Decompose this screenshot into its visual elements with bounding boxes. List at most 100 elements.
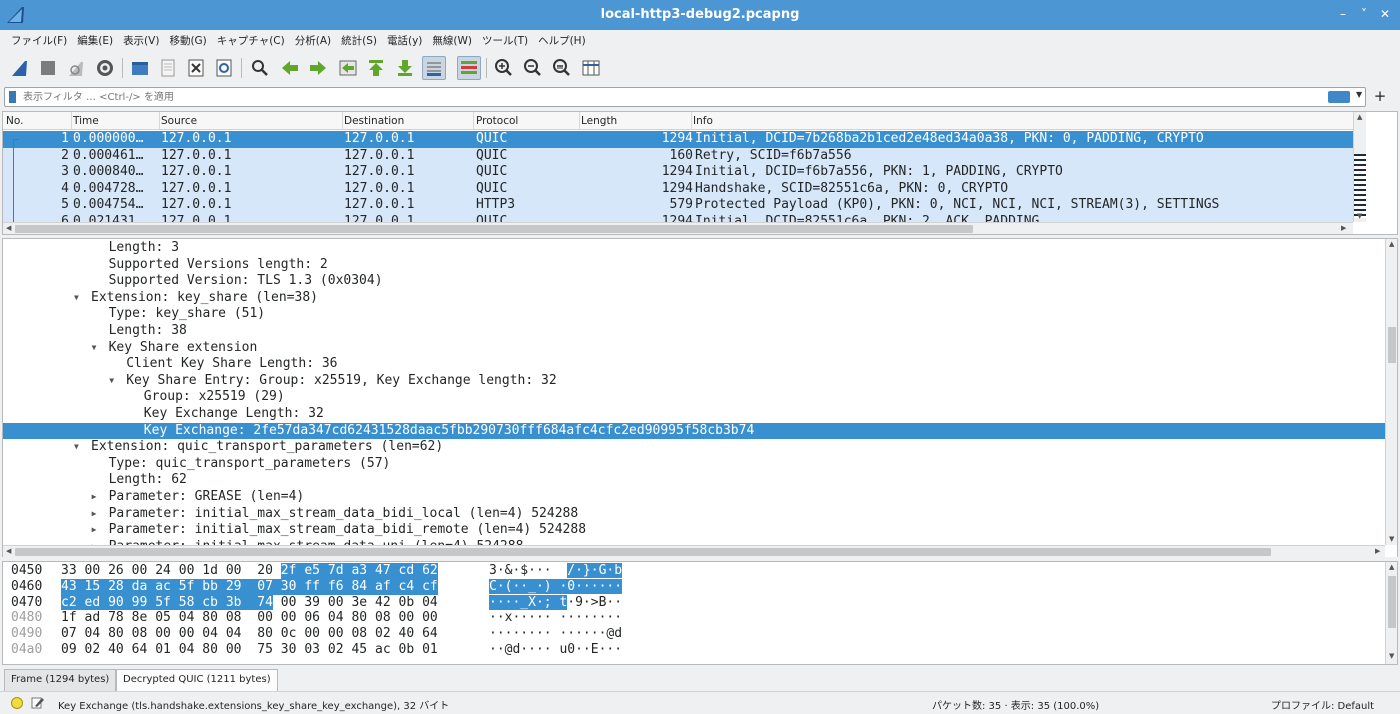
hex-byte[interactable]: 3b	[225, 594, 258, 611]
scroll-right-icon[interactable]: ▶	[1375, 547, 1380, 555]
reload-icon[interactable]	[212, 56, 236, 80]
expert-info-led-icon[interactable]	[11, 697, 23, 709]
hex-byte[interactable]: 3e	[351, 595, 367, 611]
filter-history-dropdown-icon[interactable]: ▼	[1356, 90, 1362, 99]
shark-fin-start-icon[interactable]	[8, 56, 32, 80]
detail-tree-item[interactable]: Supported Version: TLS 1.3 (0x0304)	[3, 273, 1385, 290]
collapse-arrow-icon[interactable]: ▼	[109, 373, 114, 390]
detail-tree-item[interactable]: ▶ Parameter: initial_max_stream_data_bidi…	[3, 506, 1385, 523]
hex-byte[interactable]: 2f	[280, 563, 305, 579]
menu-telephony[interactable]: 電話(y)	[382, 30, 427, 52]
autoscroll-icon[interactable]	[422, 56, 446, 80]
detail-tree-item[interactable]: Type: key_share (51)	[3, 306, 1385, 323]
hex-byte[interactable]: 01	[155, 642, 171, 658]
go-to-packet-icon[interactable]	[336, 56, 360, 80]
hex-byte[interactable]: 08	[226, 610, 242, 626]
add-filter-button[interactable]: +	[1370, 87, 1390, 107]
detail-tree-item[interactable]: ▼ Extension: key_share (len=38)	[3, 290, 1385, 307]
hex-byte[interactable]: 8e	[132, 610, 148, 626]
column-header-no[interactable]: No.	[6, 115, 23, 127]
detail-tree-item[interactable]: ▼ Key Share Entry: Group: x25519, Key Exc…	[3, 373, 1385, 390]
hex-byte[interactable]: 04	[179, 642, 195, 658]
collapse-arrow-icon[interactable]: ▼	[92, 340, 97, 357]
hex-byte[interactable]: 39	[304, 595, 320, 611]
hex-byte[interactable]: 04	[85, 626, 101, 642]
hex-byte[interactable]: 02	[328, 642, 344, 658]
hex-byte[interactable]: a3	[351, 563, 375, 579]
tab-frame-bytes[interactable]: Frame (1294 bytes)	[4, 669, 117, 691]
stop-icon[interactable]	[36, 56, 60, 80]
menu-tools[interactable]: ツール(T)	[477, 30, 533, 52]
hex-byte[interactable]: 28	[108, 578, 132, 595]
packet-row[interactable]: 3 0.000840… 127.0.0.1 127.0.0.1 QUIC 1294 Init…	[3, 164, 1353, 181]
packet-list-vscroll[interactable]: ▲ ▼	[1353, 112, 1366, 222]
scroll-thumb[interactable]	[15, 225, 973, 233]
hex-byte[interactable]: 75	[257, 642, 273, 658]
scroll-up-icon[interactable]: ▲	[1357, 113, 1362, 121]
hex-byte[interactable]: c2	[61, 594, 85, 611]
display-filter-input[interactable]	[23, 89, 1313, 105]
hex-byte[interactable]: 78	[108, 610, 124, 626]
hex-byte[interactable]: 42	[375, 595, 391, 611]
hex-byte[interactable]: 0b	[399, 595, 415, 611]
hex-byte[interactable]: 00	[257, 610, 273, 626]
hex-byte[interactable]: 29	[225, 578, 258, 595]
hex-ascii[interactable]: 3·&·$··· /·}·G·b	[489, 563, 623, 579]
hex-byte[interactable]: 04	[226, 626, 242, 642]
first-packet-icon[interactable]	[364, 56, 388, 80]
hex-byte[interactable]: 06	[304, 610, 320, 626]
hex-byte[interactable]: 00	[85, 563, 101, 579]
hex-byte[interactable]: 09	[61, 642, 77, 658]
hex-ascii[interactable]: C·(··_·) ·0······	[489, 578, 623, 595]
column-header-info[interactable]: Info	[693, 115, 713, 127]
options-gear-icon[interactable]	[93, 56, 117, 80]
resize-columns-icon[interactable]	[579, 56, 603, 80]
hex-byte[interactable]: 74	[257, 594, 273, 611]
go-forward-icon[interactable]	[306, 56, 330, 80]
hex-byte[interactable]: 15	[84, 578, 109, 595]
hex-byte[interactable]: 00	[155, 626, 171, 642]
open-folder-icon[interactable]	[128, 56, 152, 80]
hex-byte[interactable]: 80	[257, 626, 273, 642]
hex-byte[interactable]: 07	[61, 626, 77, 642]
scroll-up-icon[interactable]: ▲	[1389, 563, 1394, 571]
hex-byte[interactable]: 0b	[399, 642, 415, 658]
hex-byte[interactable]: 58	[178, 594, 203, 611]
hex-byte[interactable]: 04	[202, 626, 218, 642]
hex-byte[interactable]: 64	[422, 626, 438, 642]
hex-byte[interactable]: cf	[422, 578, 438, 595]
hex-byte[interactable]: 0c	[281, 626, 297, 642]
hex-ascii[interactable]: ··x····· ········	[489, 610, 622, 626]
hex-byte[interactable]: 00	[226, 642, 242, 658]
hex-row[interactable]: 04a0 09 02 40 64 01 04 80 00 75 30 03 02 45 ac 0b 01 ··@d…	[3, 642, 1385, 658]
hex-byte[interactable]: 00	[226, 563, 242, 579]
hex-row[interactable]: 0470 c2 ed 90 99 5f 58 cb 3b 74 00 39 00 3e 42 0b 04 ····…	[3, 594, 1385, 611]
apply-filter-arrow-icon[interactable]	[1328, 91, 1350, 103]
zoom-in-icon[interactable]	[492, 56, 516, 80]
hex-byte[interactable]: 26	[108, 563, 124, 579]
menu-capture[interactable]: キャプチャ(C)	[212, 30, 290, 52]
bytes-vscroll[interactable]: ▲ ▼	[1385, 562, 1397, 664]
detail-tree-item[interactable]: Type: quic_transport_parameters (57)	[3, 456, 1385, 473]
hex-byte[interactable]: 47	[375, 563, 399, 579]
hex-byte[interactable]: 1d	[202, 563, 218, 579]
menu-view[interactable]: 表示(V)	[118, 30, 164, 52]
maximize-button[interactable]: ˅	[1357, 6, 1371, 22]
packet-row[interactable]: 4 0.004728… 127.0.0.1 127.0.0.1 QUIC 1294 Hand…	[3, 180, 1353, 197]
colorize-icon[interactable]	[457, 56, 481, 80]
scroll-down-icon[interactable]: ▼	[1357, 212, 1362, 220]
detail-tree-item[interactable]: Length: 38	[3, 323, 1385, 340]
hex-byte[interactable]: 05	[155, 610, 171, 626]
hex-byte[interactable]: 43	[61, 578, 85, 595]
hex-row[interactable]: 0450 33 00 26 00 24 00 1d 00 20 2f e5 7d a3 47 cd 62 3·&·…	[3, 563, 1385, 579]
hex-byte[interactable]: cb	[202, 594, 226, 611]
expand-arrow-icon[interactable]: ▶	[92, 489, 97, 506]
column-header-length[interactable]: Length	[581, 115, 617, 127]
hex-byte[interactable]: 08	[351, 626, 367, 642]
profile-status[interactable]: プロファイル: Default	[1271, 697, 1374, 712]
last-packet-icon[interactable]	[393, 56, 417, 80]
hex-byte[interactable]: 30	[281, 642, 297, 658]
restart-icon[interactable]	[64, 56, 88, 80]
detail-tree-item[interactable]: Length: 3	[3, 240, 1385, 257]
menu-go[interactable]: 移動(G)	[164, 30, 211, 52]
